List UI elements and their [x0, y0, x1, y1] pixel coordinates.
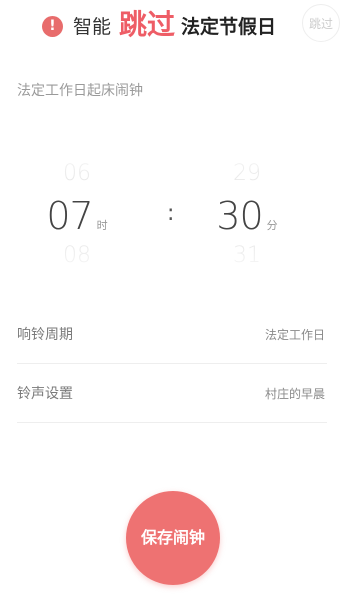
minute-wheel[interactable]: 29 30 分 31	[187, 152, 307, 270]
repeat-cycle-value: 法定工作日	[264, 328, 325, 342]
hour-prev[interactable]: 06	[17, 161, 137, 187]
banner-highlight-text: 跳过	[119, 8, 176, 41]
repeat-cycle-row[interactable]: 响铃周期 法定工作日	[17, 307, 327, 364]
banner-prefix-text: 智能	[73, 16, 112, 38]
minute-prev[interactable]: 29	[187, 161, 307, 187]
ringtone-label: 铃声设置	[17, 386, 73, 402]
time-separator: :	[167, 201, 175, 226]
minute-selected-row[interactable]: 30 分	[187, 194, 307, 248]
repeat-cycle-label: 响铃周期	[17, 327, 73, 343]
ringtone-row[interactable]: 铃声设置 村庄的早晨	[17, 366, 327, 423]
banner-suffix-text: 法定节假日	[181, 16, 277, 38]
hour-next[interactable]: 08	[17, 243, 137, 269]
hour-current[interactable]: 07	[46, 194, 93, 238]
section-title: 法定工作日起床闹钟	[17, 83, 143, 99]
exclamation-circle-icon: !	[42, 16, 63, 37]
holiday-skip-banner: ! 智能 跳过 法定节假日 跳过	[0, 0, 342, 52]
hour-selected-row[interactable]: 07 时	[17, 194, 137, 248]
minute-next[interactable]: 31	[187, 243, 307, 269]
time-picker: 06 07 时 08 : 29 30 分 31	[17, 152, 327, 270]
alarm-setup-page: ! 智能 跳过 法定节假日 跳过 法定工作日起床闹钟 06 07 时 08 : 2…	[0, 0, 342, 595]
save-alarm-button[interactable]: 保存闹钟	[126, 491, 220, 585]
skip-button[interactable]: 跳过	[302, 4, 340, 42]
minute-unit-label: 分	[266, 219, 278, 232]
hour-unit-label: 时	[96, 219, 108, 232]
minute-current[interactable]: 30	[216, 194, 263, 238]
hour-wheel[interactable]: 06 07 时 08	[17, 152, 137, 270]
ringtone-value: 村庄的早晨	[264, 387, 325, 401]
